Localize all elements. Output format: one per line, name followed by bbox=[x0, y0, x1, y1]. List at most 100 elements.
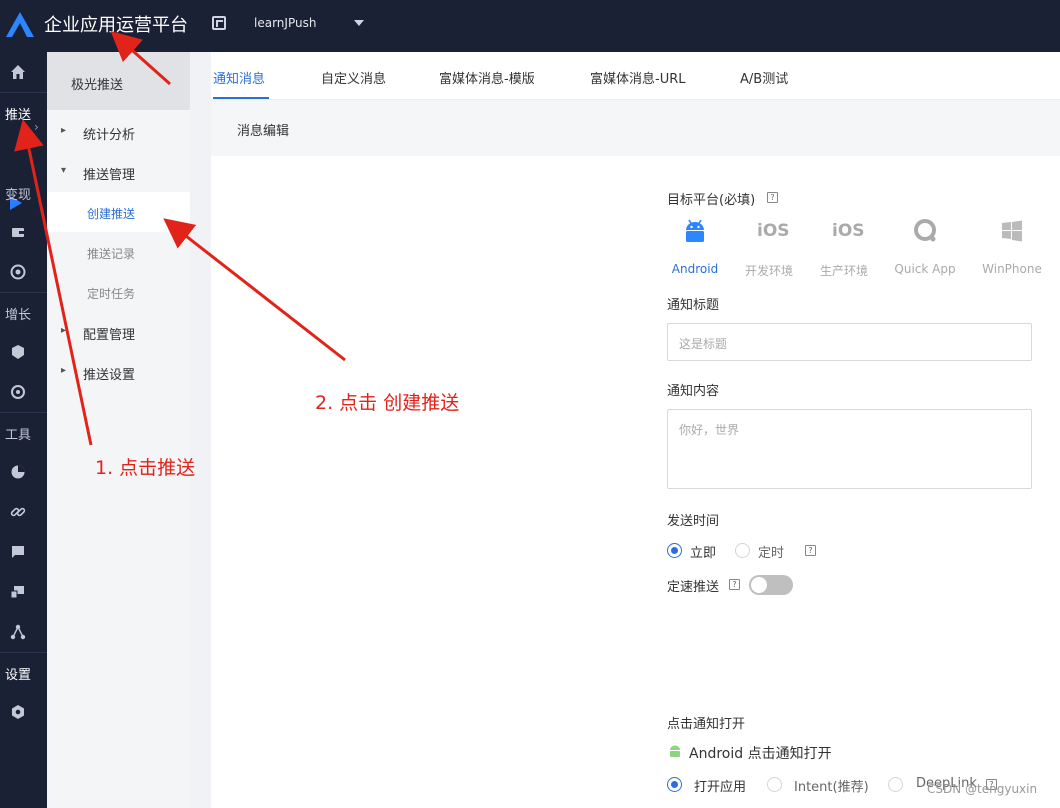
send-now-radio[interactable] bbox=[667, 543, 682, 558]
help-icon[interactable]: ? bbox=[805, 545, 816, 556]
platform-name: WinPhone bbox=[982, 262, 1042, 276]
submenu-item-label: 配置管理 bbox=[83, 328, 136, 343]
watermark: CSDN @tengyuxin bbox=[927, 782, 1038, 796]
tab-notification[interactable]: 通知消息 bbox=[213, 68, 265, 87]
devices-icon[interactable] bbox=[10, 584, 26, 600]
section-header: 消息编辑 bbox=[211, 100, 1060, 156]
submenu-title-label: 极光推送 bbox=[71, 78, 124, 93]
shield-icon[interactable] bbox=[10, 344, 26, 360]
rate-push-label: 定速推送 bbox=[667, 580, 720, 595]
app-selector[interactable]: learnJPush bbox=[254, 16, 316, 30]
windows-icon bbox=[1002, 220, 1022, 242]
divider bbox=[0, 652, 47, 653]
platform-ios-prod[interactable]: iOS 生产环境 bbox=[806, 218, 882, 282]
help-icon[interactable]: ? bbox=[729, 579, 740, 590]
platform-name: Quick App bbox=[894, 262, 956, 276]
wallet-icon[interactable] bbox=[10, 224, 26, 240]
section-title: 消息编辑 bbox=[237, 124, 290, 139]
tab-ab-test[interactable]: A/B测试 bbox=[740, 68, 788, 87]
target-platform-label: 目标平台(必填) bbox=[667, 193, 756, 208]
rate-push-toggle[interactable] bbox=[749, 575, 793, 595]
compass-icon[interactable] bbox=[10, 264, 26, 280]
submenu-item-push-records[interactable]: 推送记录 bbox=[47, 232, 190, 272]
chevron-right-icon: ▸ bbox=[61, 325, 67, 336]
app-title: 企业应用运营平台 bbox=[44, 15, 188, 36]
submenu-item-label: 推送管理 bbox=[83, 168, 136, 183]
message-type-tabs: 通知消息 自定义消息 富媒体消息-模版 富媒体消息-URL A/B测试 bbox=[211, 52, 1060, 100]
submenu-item-label: 统计分析 bbox=[83, 128, 136, 143]
open-app-radio[interactable] bbox=[667, 777, 682, 792]
settings-icon[interactable] bbox=[10, 704, 26, 720]
intent-label[interactable]: Intent(推荐) bbox=[794, 776, 869, 795]
main-nav-rail: › 推送 变现 增长 工具 设置 bbox=[0, 52, 47, 808]
target-icon[interactable] bbox=[10, 384, 26, 400]
submenu-item-push-management[interactable]: ▾ 推送管理 bbox=[47, 152, 190, 192]
submenu-item-label: 创建推送 bbox=[87, 207, 136, 221]
platform-name: Android bbox=[671, 262, 719, 276]
submenu-item-label: 推送设置 bbox=[83, 368, 136, 383]
tab-rich-media-template[interactable]: 富媒体消息-模版 bbox=[439, 68, 535, 87]
logo-icon bbox=[6, 12, 34, 37]
android-icon bbox=[686, 219, 704, 242]
submenu-item-analytics[interactable]: ▸ 统计分析 bbox=[47, 112, 190, 152]
submenu-item-config-management[interactable]: ▸ 配置管理 bbox=[47, 312, 190, 352]
send-scheduled-label[interactable]: 定时 bbox=[758, 542, 784, 561]
submenu-item-label: 定时任务 bbox=[87, 287, 136, 301]
divider bbox=[0, 292, 47, 293]
app-switch-icon[interactable] bbox=[212, 16, 226, 30]
platform-winphone[interactable]: WinPhone bbox=[974, 218, 1050, 282]
android-icon bbox=[670, 745, 680, 757]
quick-app-icon bbox=[914, 219, 936, 242]
rail-section-growth[interactable]: 增长 bbox=[5, 304, 31, 323]
platform-android[interactable]: Android bbox=[657, 218, 733, 282]
chevron-down-icon: ▾ bbox=[61, 165, 67, 176]
submenu-item-label: 推送记录 bbox=[87, 247, 136, 261]
submenu-title: 极光推送 bbox=[47, 52, 190, 110]
android-click-open-label: Android 点击通知打开 bbox=[689, 746, 832, 762]
open-app-label[interactable]: 打开应用 bbox=[694, 776, 746, 795]
chevron-right-icon: ▸ bbox=[61, 365, 67, 376]
message-icon[interactable] bbox=[10, 544, 26, 560]
submenu-item-scheduled-tasks[interactable]: 定时任务 bbox=[47, 272, 190, 312]
chevron-down-icon[interactable] bbox=[354, 20, 364, 26]
submenu-item-push-settings[interactable]: ▸ 推送设置 bbox=[47, 352, 190, 392]
top-header: 企业应用运营平台 learnJPush bbox=[0, 0, 1060, 52]
annotation-step-1: 1. 点击推送 bbox=[95, 457, 196, 479]
platform-quick-app[interactable]: Quick App bbox=[887, 218, 963, 282]
link-icon[interactable] bbox=[10, 504, 26, 520]
platform-name: 开发环境 bbox=[744, 264, 793, 278]
ios-icon: iOS bbox=[832, 221, 865, 241]
rail-section-monetize[interactable]: 变现 bbox=[5, 184, 31, 203]
rail-section-settings[interactable]: 设置 bbox=[5, 664, 31, 683]
notification-title-input[interactable]: 这是标题 bbox=[667, 323, 1032, 361]
send-time-label: 发送时间 bbox=[667, 514, 720, 529]
home-icon[interactable] bbox=[10, 64, 26, 80]
deeplink-radio[interactable] bbox=[888, 777, 903, 792]
rail-section-tools[interactable]: 工具 bbox=[5, 424, 31, 443]
intent-radio[interactable] bbox=[767, 777, 782, 792]
chevron-right-icon: ▸ bbox=[61, 125, 67, 136]
ios-icon: iOS bbox=[757, 221, 790, 241]
notification-content-label: 通知内容 bbox=[667, 384, 720, 399]
rail-section-push[interactable]: 推送 bbox=[5, 104, 31, 123]
notification-title-label: 通知标题 bbox=[667, 298, 720, 313]
send-now-label[interactable]: 立即 bbox=[690, 542, 716, 561]
tab-custom-message[interactable]: 自定义消息 bbox=[321, 68, 386, 87]
platform-ios-dev[interactable]: iOS 开发环境 bbox=[731, 218, 807, 282]
active-tab-indicator bbox=[213, 97, 269, 99]
submenu-item-create-push[interactable]: 创建推送 bbox=[47, 192, 190, 232]
chevron-right-icon[interactable]: › bbox=[34, 120, 39, 134]
tab-rich-media-url[interactable]: 富媒体消息-URL bbox=[590, 68, 685, 87]
notification-content-textarea[interactable]: 你好，世界 bbox=[667, 409, 1032, 489]
share-icon[interactable] bbox=[10, 624, 26, 640]
push-submenu: 极光推送 ▸ 统计分析 ▾ 推送管理 创建推送 推送记录 定时任务 ▸ 配置管理… bbox=[47, 52, 190, 808]
main-content: 通知消息 自定义消息 富媒体消息-模版 富媒体消息-URL A/B测试 消息编辑… bbox=[211, 52, 1060, 808]
help-icon[interactable]: ? bbox=[767, 192, 778, 203]
platform-name: 生产环境 bbox=[819, 264, 868, 278]
pie-chart-icon[interactable] bbox=[10, 464, 26, 480]
divider bbox=[0, 412, 47, 413]
click-open-label: 点击通知打开 bbox=[667, 717, 746, 732]
divider bbox=[0, 92, 47, 93]
annotation-step-2: 2. 点击 创建推送 bbox=[315, 392, 460, 414]
send-scheduled-radio[interactable] bbox=[735, 543, 750, 558]
